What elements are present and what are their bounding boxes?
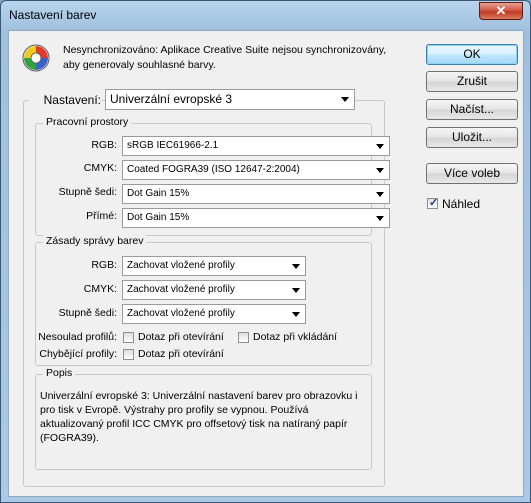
settings-label: Nastavení: [29, 93, 101, 107]
policies-title: Zásady správy barev [43, 235, 147, 247]
ws-spot-label: Přímé: [86, 210, 117, 222]
pol-cmyk-select[interactable]: Zachovat vložené profily [122, 280, 306, 300]
load-button[interactable]: Načíst... [426, 99, 518, 120]
ws-gray-value: Dot Gain 15% [127, 188, 190, 199]
mismatch-ask-open-label: Dotaz při otevírání [138, 331, 224, 343]
description-text: Univerzální evropské 3: Univerzální nast… [40, 390, 358, 444]
save-button[interactable]: Uložit... [426, 127, 518, 148]
ws-cmyk-label: CMYK: [83, 162, 117, 174]
ws-gray-label: Stupně šedi: [58, 186, 117, 198]
mismatch-label: Nesoulad profilů: [38, 331, 117, 343]
chevron-down-icon [292, 264, 300, 269]
pol-rgb-select[interactable]: Zachovat vložené profily [122, 256, 306, 276]
chevron-down-icon [376, 168, 384, 173]
chevron-down-icon [376, 192, 384, 197]
preview-checkbox[interactable]: ✓ [427, 197, 439, 209]
ws-rgb-select[interactable]: sRGB IEC61966-2.1 [122, 136, 390, 156]
color-wheel-icon [22, 44, 50, 72]
pol-gray-select[interactable]: Zachovat vložené profily [122, 304, 306, 324]
title-bar[interactable]: Nastavení barev ✕ [1, 1, 530, 29]
pol-gray-label: Stupně šedi: [58, 307, 117, 319]
chevron-down-icon [376, 216, 384, 221]
color-settings-dialog: Nastavení barev ✕ Nesynchronizováno: Apl… [0, 0, 531, 503]
sync-status-message: Nesynchronizováno: Aplikace Creative Sui… [63, 44, 387, 71]
missing-ask-open-checkbox[interactable] [123, 349, 134, 360]
ws-spot-value: Dot Gain 15% [127, 212, 190, 223]
window-title: Nastavení barev [9, 8, 97, 22]
preview-label: Náhled [442, 197, 481, 211]
pol-cmyk-label: CMYK: [83, 283, 117, 295]
dialog-body: Nesynchronizováno: Aplikace Creative Sui… [8, 30, 524, 497]
pol-gray-value: Zachovat vložené profily [127, 308, 235, 319]
pol-rgb-label: RGB: [91, 259, 117, 271]
checkmark-icon: ✓ [429, 197, 439, 209]
ws-gray-select[interactable]: Dot Gain 15% [122, 184, 390, 204]
chevron-down-icon [292, 288, 300, 293]
close-button[interactable]: ✕ [479, 2, 523, 20]
ok-button[interactable]: OK [426, 44, 518, 65]
mismatch-ask-paste-checkbox[interactable] [238, 332, 249, 343]
settings-value: Univerzální evropské 3 [110, 92, 233, 106]
missing-label: Chybějící profily: [39, 348, 117, 360]
chevron-down-icon [341, 97, 349, 102]
working-spaces-title: Pracovní prostory [43, 116, 132, 128]
description-title: Popis [43, 367, 76, 379]
ws-rgb-value: sRGB IEC61966-2.1 [127, 140, 219, 151]
ws-cmyk-select[interactable]: Coated FOGRA39 (ISO 12647-2:2004) [122, 160, 390, 180]
cancel-button[interactable]: Zrušit [426, 71, 518, 92]
chevron-down-icon [292, 312, 300, 317]
ws-spot-select[interactable]: Dot Gain 15% [122, 208, 390, 228]
chevron-down-icon [376, 144, 384, 149]
close-icon: ✕ [495, 3, 507, 18]
mismatch-ask-paste-label: Dotaz při vkládání [253, 331, 338, 343]
ws-rgb-label: RGB: [91, 139, 117, 151]
more-options-button[interactable]: Více voleb [426, 163, 518, 184]
settings-select[interactable]: Univerzální evropské 3 [105, 89, 355, 110]
pol-cmyk-value: Zachovat vložené profily [127, 284, 235, 295]
missing-ask-open-label: Dotaz při otevírání [138, 348, 224, 360]
pol-rgb-value: Zachovat vložené profily [127, 260, 235, 271]
ws-cmyk-value: Coated FOGRA39 (ISO 12647-2:2004) [127, 164, 300, 175]
mismatch-ask-open-checkbox[interactable] [123, 332, 134, 343]
